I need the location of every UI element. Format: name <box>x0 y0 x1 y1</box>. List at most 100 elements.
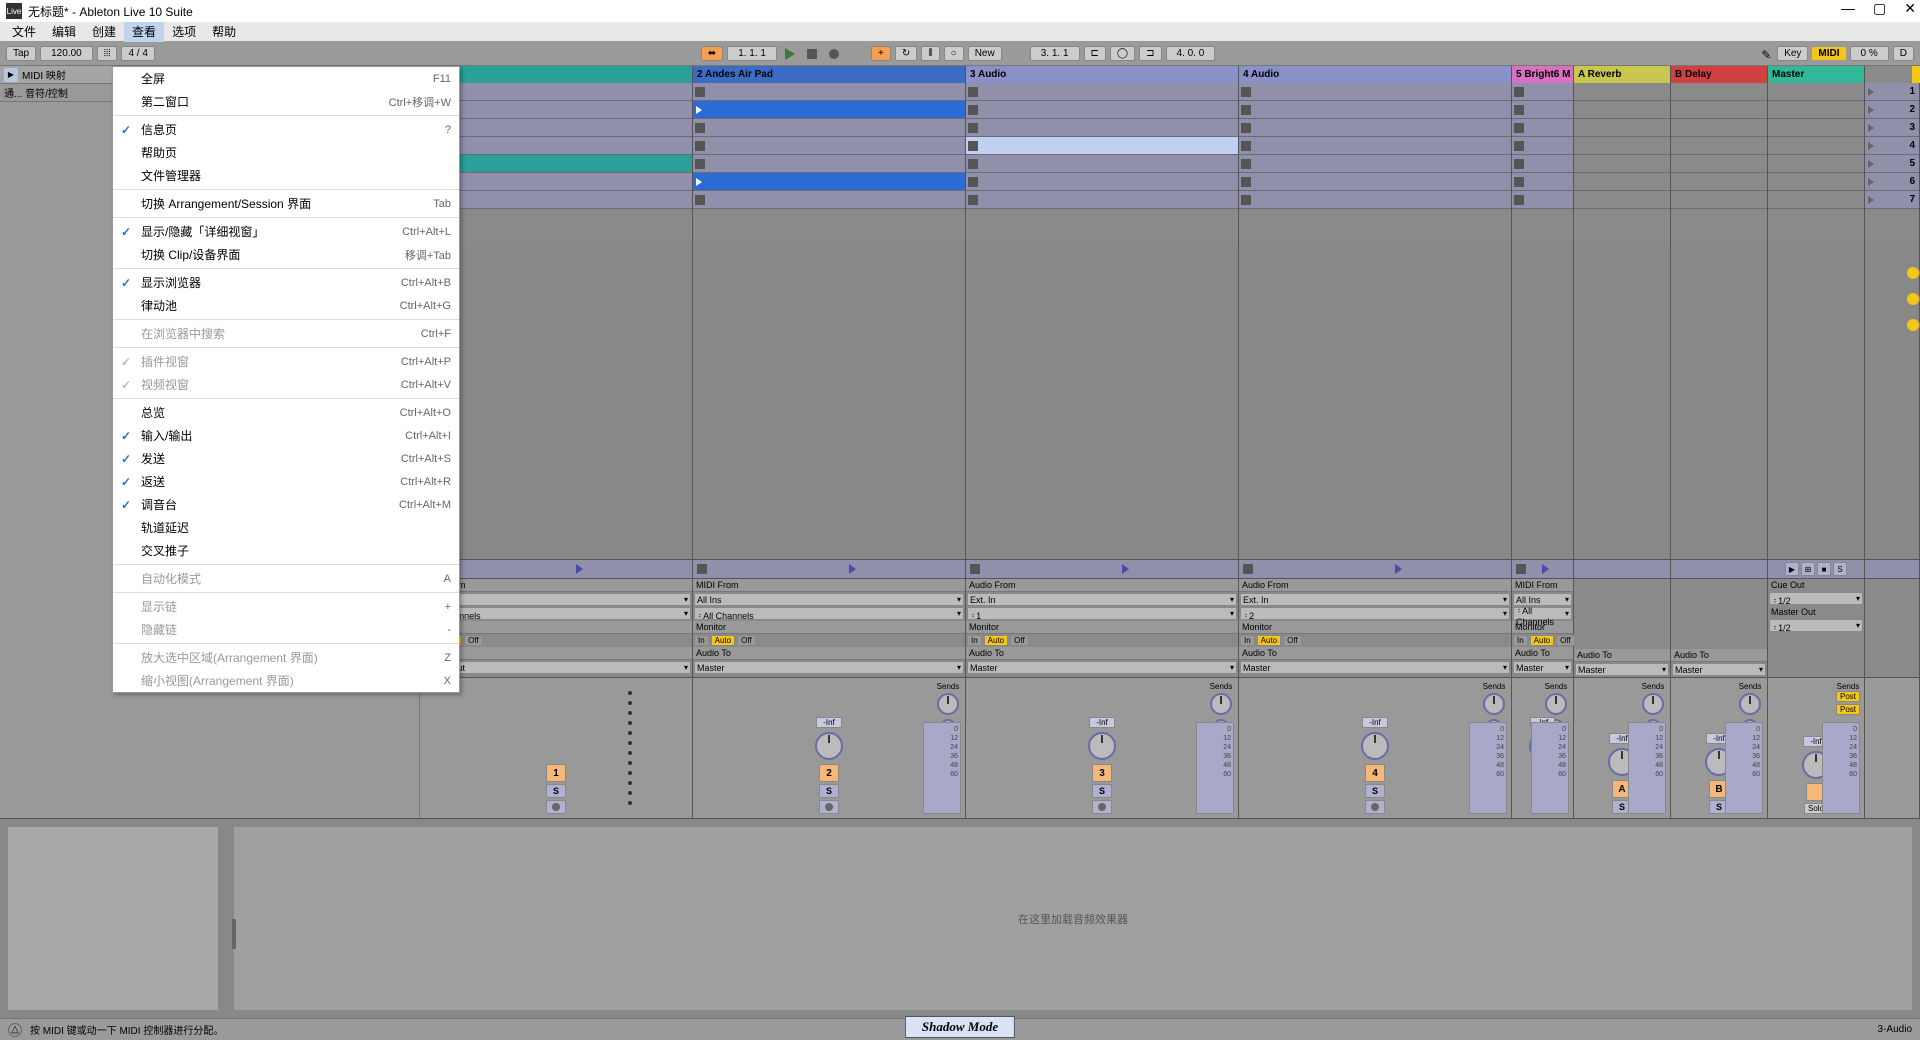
arm-button[interactable] <box>1092 800 1112 814</box>
pan-knob[interactable] <box>1361 732 1389 760</box>
clip-slot[interactable] <box>1239 83 1511 101</box>
clip-slot[interactable] <box>966 101 1238 119</box>
resize-handle[interactable] <box>232 919 236 949</box>
volume-value[interactable]: -Inf <box>1362 717 1388 728</box>
io-from-select[interactable]: Ext. In <box>967 593 1237 606</box>
clip-slot[interactable] <box>420 191 692 209</box>
monitor-button[interactable]: Off <box>464 635 483 646</box>
post-button[interactable]: Post <box>1836 691 1860 702</box>
midi-map-knob-icon[interactable] <box>1906 292 1920 306</box>
io-to-select[interactable]: Master <box>1672 663 1766 676</box>
midi-map-button[interactable]: MIDI <box>1812 47 1845 60</box>
track-header[interactable]: 1 MIDI <box>420 66 693 83</box>
send-knob[interactable] <box>937 693 959 715</box>
view-menu-item[interactable]: 全屏F11 <box>113 67 459 90</box>
menu-查看[interactable]: 查看 <box>124 21 164 42</box>
monitor-button[interactable]: In <box>1240 635 1255 646</box>
scene-launch[interactable]: 5 <box>1865 155 1919 173</box>
send-knob[interactable] <box>1483 693 1505 715</box>
automation-arm-icon[interactable]: ↻ <box>895 46 917 61</box>
clip-slot[interactable] <box>1239 101 1511 119</box>
solo-button[interactable]: S <box>1092 784 1112 798</box>
send-knob[interactable] <box>1545 693 1567 715</box>
clip-slot[interactable] <box>420 137 692 155</box>
track-header[interactable]: B Delay <box>1671 66 1768 83</box>
track-status-slot[interactable] <box>1574 560 1671 578</box>
clip-slot[interactable] <box>1512 137 1573 155</box>
clip-slot[interactable] <box>693 155 965 173</box>
scene-launch[interactable]: 1 <box>1865 83 1919 101</box>
clip-slot[interactable] <box>966 83 1238 101</box>
io-channel-select[interactable]: ᠄ 1 <box>967 607 1237 620</box>
clip-slot[interactable] <box>966 119 1238 137</box>
clip-slot[interactable] <box>420 173 692 191</box>
scene-launch[interactable]: 3 <box>1865 119 1919 137</box>
clip-slot[interactable] <box>966 155 1238 173</box>
monitor-button[interactable]: In <box>694 635 709 646</box>
view-menu-item[interactable]: ✓输入/输出Ctrl+Alt+I <box>113 424 459 447</box>
track-status-slot[interactable] <box>966 560 1239 578</box>
clip-slot[interactable] <box>420 119 692 137</box>
monitor-button[interactable]: Off <box>737 635 756 646</box>
track-header[interactable]: A Reverb <box>1574 66 1671 83</box>
io-channel-select[interactable]: ᠄ All Channels <box>694 607 964 620</box>
track-activator[interactable]: 1 <box>546 764 566 782</box>
clip-slot[interactable] <box>693 83 965 101</box>
scene-launch[interactable]: 4 <box>1865 137 1919 155</box>
punch-out-icon[interactable]: ⊐ <box>1139 46 1161 61</box>
view-menu-item[interactable]: 切换 Clip/设备界面移调+Tab <box>113 243 459 266</box>
view-menu-item[interactable]: ✓返送Ctrl+Alt+R <box>113 470 459 493</box>
track-status-slot[interactable] <box>1671 560 1768 578</box>
view-menu-item[interactable]: 轨道延迟 <box>113 516 459 539</box>
view-menu-item[interactable]: 律动池Ctrl+Alt+G <box>113 294 459 317</box>
track-status-slot[interactable] <box>693 560 966 578</box>
io-channel-select[interactable]: ᠄ 2 <box>1240 607 1510 620</box>
view-menu-item[interactable]: ✓信息页? <box>113 118 459 141</box>
master-control-icon[interactable]: S <box>1833 562 1847 576</box>
clip-slot[interactable] <box>693 191 965 209</box>
io-to-select[interactable]: Master <box>1240 661 1510 674</box>
clip-slot[interactable] <box>966 137 1238 155</box>
monitor-button[interactable]: Off <box>1283 635 1302 646</box>
maximize-icon[interactable]: ▢ <box>1873 0 1886 17</box>
master-control-icon[interactable]: ⊞ <box>1801 562 1815 576</box>
disk-overload-icon[interactable]: D <box>1893 46 1914 61</box>
io-to-select[interactable]: Master <box>694 661 964 674</box>
view-menu-item[interactable]: 交叉推子 <box>113 539 459 562</box>
info-icon[interactable]: △ <box>8 1023 22 1037</box>
clip-slot[interactable] <box>693 173 965 191</box>
solo-button[interactable]: S <box>546 784 566 798</box>
clip-slot[interactable] <box>420 101 692 119</box>
clip-slot[interactable] <box>966 173 1238 191</box>
clip-slot[interactable] <box>1512 119 1573 137</box>
track-status-slot[interactable] <box>1512 560 1574 578</box>
monitor-button[interactable]: Auto <box>711 635 735 646</box>
view-menu-item[interactable]: 帮助页 <box>113 141 459 164</box>
metronome-icon[interactable]: ⦙⦙⦙ <box>97 46 118 61</box>
clip-slot[interactable] <box>1239 137 1511 155</box>
loop-icon[interactable]: ◯ <box>1110 46 1135 61</box>
tap-button[interactable]: Tap <box>6 46 36 61</box>
loop-length[interactable]: 4. 0. 0 <box>1166 46 1216 61</box>
track-header[interactable]: Master <box>1768 66 1865 83</box>
track-activator[interactable]: 2 <box>819 764 839 782</box>
master-control-icon[interactable]: ▶ <box>1785 562 1799 576</box>
track-status-slot[interactable] <box>1239 560 1512 578</box>
menu-帮助[interactable]: 帮助 <box>204 21 244 42</box>
overdub-icon[interactable]: + <box>871 46 891 61</box>
clip-slot[interactable] <box>693 119 965 137</box>
monitor-button[interactable]: Auto <box>1257 635 1281 646</box>
io-to-select[interactable]: Master <box>1575 663 1669 676</box>
send-knob[interactable] <box>1210 693 1232 715</box>
monitor-button[interactable]: Auto <box>984 635 1008 646</box>
device-drop-area[interactable]: 在这里加载音频效果器 <box>234 827 1912 1010</box>
send-knob[interactable] <box>1642 693 1664 715</box>
track-header[interactable]: 5 Bright6 M <box>1512 66 1574 83</box>
cue-out-select[interactable]: ᠄ 1/2 <box>1769 592 1863 605</box>
clip-slot[interactable] <box>1239 173 1511 191</box>
monitor-button[interactable]: In <box>1513 635 1528 646</box>
arrangement-position[interactable]: 1. 1. 1 <box>727 46 777 61</box>
scene-launch[interactable]: 7 <box>1865 191 1919 209</box>
menu-编辑[interactable]: 编辑 <box>44 21 84 42</box>
clip-slot[interactable] <box>1512 191 1573 209</box>
